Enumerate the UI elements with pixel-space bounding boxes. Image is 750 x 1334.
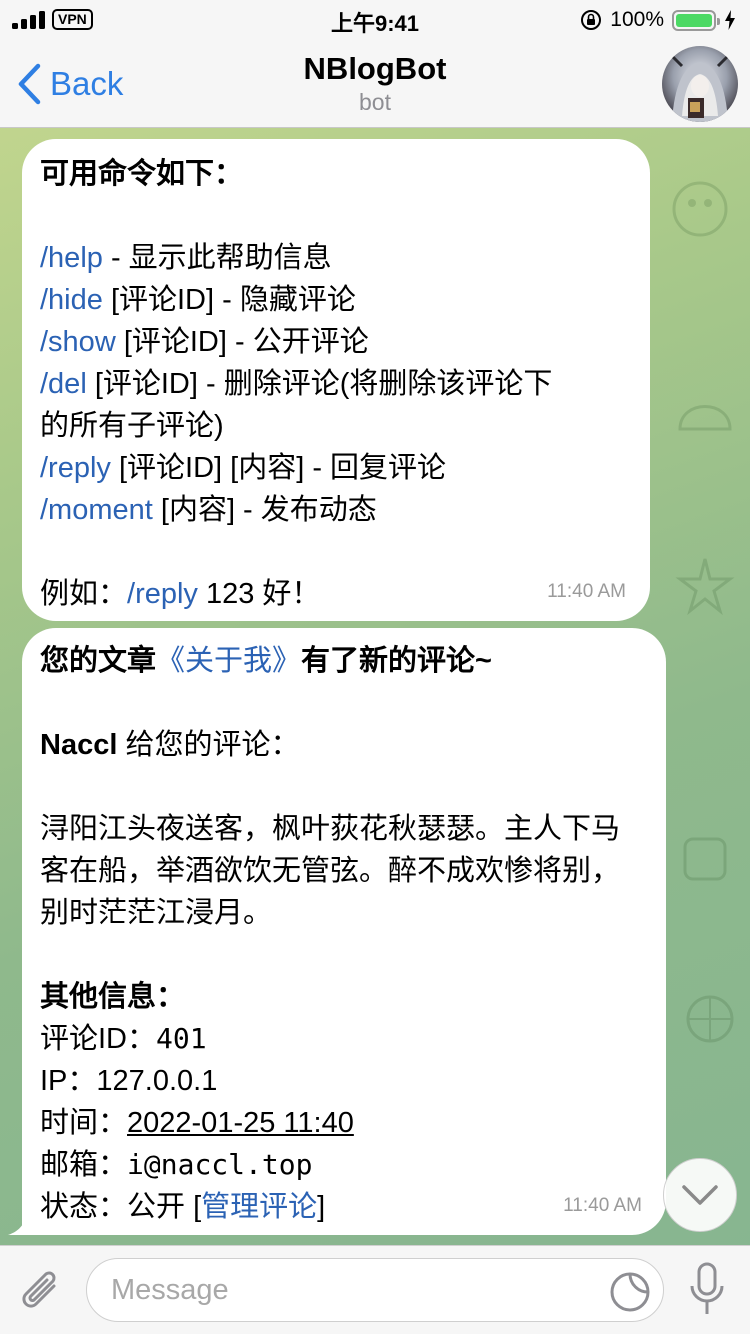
background-doodle-icon bbox=[672, 181, 728, 237]
background-doodle-icon bbox=[678, 405, 732, 431]
background-doodle-icon bbox=[686, 995, 734, 1043]
command-line: /hide [评论ID] - 隐藏评论 bbox=[40, 284, 356, 316]
article-link[interactable]: 《关于我》 bbox=[156, 645, 301, 677]
time-line: 时间：2022-01-25 11:40 bbox=[40, 1107, 354, 1139]
ip-line: IP：127.0.0.1 bbox=[40, 1065, 218, 1097]
nav-bar: Back NBlogBot bot bbox=[0, 40, 750, 128]
chat-area[interactable]: 可用命令如下： /help - 显示此帮助信息 /hide [评论ID] - 隐… bbox=[0, 129, 750, 1245]
background-doodle-icon bbox=[683, 837, 727, 881]
email-line: 邮箱：i@naccl.top bbox=[40, 1148, 313, 1181]
command-link[interactable]: /del bbox=[40, 368, 87, 400]
command-link[interactable]: /hide bbox=[40, 284, 103, 316]
background-doodle-icon bbox=[675, 558, 735, 616]
manage-comment-link[interactable]: 管理评论 bbox=[201, 1191, 317, 1223]
message-bubble-commands[interactable]: 可用命令如下： /help - 显示此帮助信息 /hide [评论ID] - 隐… bbox=[22, 139, 650, 621]
command-link[interactable]: /moment bbox=[40, 494, 153, 526]
message-time: 11:40 AM bbox=[563, 1195, 642, 1216]
datetime-link[interactable]: 2022-01-25 11:40 bbox=[127, 1107, 354, 1139]
command-link[interactable]: /show bbox=[40, 326, 116, 358]
comment-author-line: Naccl 给您的评论： bbox=[40, 729, 300, 761]
status-bar: VPN 上午9:41 100% bbox=[0, 0, 750, 40]
command-line: /del [评论ID] - 删除评论(将删除该评论下 bbox=[40, 368, 553, 400]
microphone-icon[interactable] bbox=[688, 1262, 726, 1318]
command-link[interactable]: /reply bbox=[127, 578, 198, 610]
message-bubble-comment[interactable]: 您的文章《关于我》有了新的评论~ Naccl 给您的评论： 浔阳江头夜送客，枫叶… bbox=[22, 628, 666, 1235]
command-line: /reply [评论ID] [内容] - 回复评论 bbox=[40, 452, 447, 484]
command-line: /help - 显示此帮助信息 bbox=[40, 242, 332, 274]
message-input[interactable] bbox=[86, 1258, 664, 1322]
other-info-title: 其他信息： bbox=[40, 981, 186, 1013]
comment-author: Naccl bbox=[40, 729, 118, 761]
comment-text: 客在船，举酒欲饮无管弦。醉不成欢惨将别， bbox=[40, 855, 621, 887]
battery-icon bbox=[672, 9, 720, 31]
command-line: /show [评论ID] - 公开评论 bbox=[40, 326, 369, 358]
command-link[interactable]: /reply bbox=[40, 452, 111, 484]
sticker-icon[interactable] bbox=[608, 1270, 652, 1314]
scroll-to-bottom-button[interactable] bbox=[663, 1158, 737, 1232]
command-link[interactable]: /help bbox=[40, 242, 103, 274]
status-line: 状态：公开 [管理评论] bbox=[40, 1191, 326, 1223]
input-bar bbox=[0, 1245, 750, 1334]
charging-bolt-icon bbox=[725, 10, 735, 30]
example-line: 例如：/reply 123 好！ bbox=[40, 578, 321, 610]
battery-percent: 100% bbox=[610, 8, 664, 31]
comment-text: 浔阳江头夜送客，枫叶荻花秋瑟瑟。主人下马 bbox=[40, 813, 621, 845]
chevron-down-icon bbox=[682, 1185, 718, 1205]
comment-id-line: 评论ID：401 bbox=[40, 1022, 207, 1055]
commands-header: 可用命令如下： bbox=[40, 158, 244, 190]
chat-title[interactable]: NBlogBot bbox=[0, 51, 750, 87]
chat-subtitle: bot bbox=[359, 89, 391, 115]
bubble-tail bbox=[8, 1209, 38, 1235]
email-value[interactable]: i@naccl.top bbox=[127, 1148, 312, 1181]
message-time: 11:40 AM bbox=[547, 581, 626, 602]
rotation-lock-icon bbox=[581, 10, 602, 30]
comment-id-value: 401 bbox=[156, 1022, 207, 1055]
article-notice: 您的文章《关于我》有了新的评论~ bbox=[40, 645, 492, 677]
paperclip-icon[interactable] bbox=[18, 1266, 66, 1318]
avatar[interactable] bbox=[662, 46, 738, 122]
command-line: 的所有子评论) bbox=[40, 410, 224, 442]
comment-text: 别时茫茫江浸月。 bbox=[40, 897, 273, 929]
command-line: /moment [内容] - 发布动态 bbox=[40, 494, 377, 526]
ip-value: 127.0.0.1 bbox=[96, 1065, 218, 1097]
